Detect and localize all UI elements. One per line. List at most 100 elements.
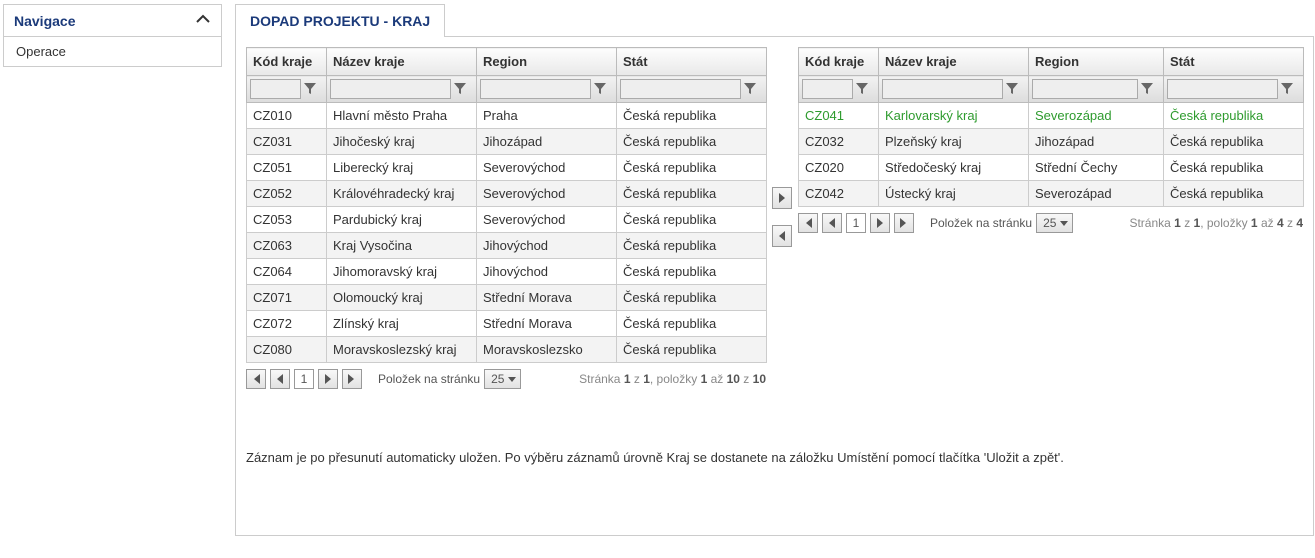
filter-icon[interactable] <box>1278 79 1296 99</box>
pager-prev-button[interactable] <box>270 369 290 389</box>
cell-name: Královéhradecký kraj <box>327 181 477 207</box>
col-header-name[interactable]: Název kraje <box>327 48 477 76</box>
table-row[interactable]: CZ080Moravskoslezský krajMoravskoslezsko… <box>247 337 767 363</box>
pager-info: Stránka 1 z 1, položky 1 až 10 z 10 <box>579 372 766 386</box>
table-row[interactable]: CZ064Jihomoravský krajJihovýchodČeská re… <box>247 259 767 285</box>
cell-state: Česká republika <box>617 103 767 129</box>
table-row[interactable]: CZ053Pardubický krajSeverovýchodČeská re… <box>247 207 767 233</box>
cell-region: Severovýchod <box>477 207 617 233</box>
cell-region: Jihozápad <box>1029 129 1164 155</box>
filter-icon[interactable] <box>1003 79 1021 99</box>
tab-label: DOPAD PROJEKTU - KRAJ <box>250 13 430 29</box>
filter-region-input[interactable] <box>480 79 591 99</box>
move-right-button[interactable] <box>772 187 792 209</box>
nav-panel: Navigace Operace <box>3 4 222 67</box>
pager-page-number[interactable]: 1 <box>294 369 314 389</box>
panel: Kód kraje Název kraje Region Stát <box>235 36 1314 536</box>
cell-region: Severozápad <box>1029 181 1164 207</box>
cell-region: Jihovýchod <box>477 233 617 259</box>
cell-code: CZ072 <box>247 311 327 337</box>
cell-code: CZ010 <box>247 103 327 129</box>
cell-code: CZ064 <box>247 259 327 285</box>
table-row[interactable]: CZ071Olomoucký krajStřední MoravaČeská r… <box>247 285 767 311</box>
cell-name: Pardubický kraj <box>327 207 477 233</box>
table-row[interactable]: CZ041Karlovarský krajSeverozápadČeská re… <box>799 103 1304 129</box>
cell-code: CZ053 <box>247 207 327 233</box>
cell-code: CZ071 <box>247 285 327 311</box>
cell-region: Severozápad <box>1029 103 1164 129</box>
table-row[interactable]: CZ052Královéhradecký krajSeverovýchodČes… <box>247 181 767 207</box>
pager-first-button[interactable] <box>246 369 266 389</box>
col-header-state[interactable]: Stát <box>617 48 767 76</box>
cell-code: CZ042 <box>799 181 879 207</box>
filter-code-input[interactable] <box>802 79 853 99</box>
filter-code-input[interactable] <box>250 79 301 99</box>
left-grid: Kód kraje Název kraje Region Stát <box>246 47 766 389</box>
filter-icon[interactable] <box>741 79 759 99</box>
sidebar-item-operace[interactable]: Operace <box>4 37 221 66</box>
cell-code: CZ031 <box>247 129 327 155</box>
cell-state: Česká republika <box>617 285 767 311</box>
cell-state: Česká republika <box>617 207 767 233</box>
table-row[interactable]: CZ063Kraj VysočinaJihovýchodČeská republ… <box>247 233 767 259</box>
filter-icon[interactable] <box>591 79 609 99</box>
cell-state: Česká republika <box>617 311 767 337</box>
pager-last-button[interactable] <box>894 213 914 233</box>
cell-code: CZ052 <box>247 181 327 207</box>
filter-name-input[interactable] <box>330 79 451 99</box>
cell-region: Severovýchod <box>477 155 617 181</box>
col-header-name[interactable]: Název kraje <box>879 48 1029 76</box>
pager-page-number[interactable]: 1 <box>846 213 866 233</box>
move-left-button[interactable] <box>772 225 792 247</box>
col-header-code[interactable]: Kód kraje <box>799 48 879 76</box>
cell-state: Česká republika <box>617 155 767 181</box>
chevron-up-icon <box>195 11 211 30</box>
transfer-buttons <box>770 187 794 247</box>
cell-state: Česká republika <box>617 259 767 285</box>
pager-last-button[interactable] <box>342 369 362 389</box>
filter-icon[interactable] <box>853 79 871 99</box>
filter-state-input[interactable] <box>1167 79 1278 99</box>
cell-state: Česká republika <box>1164 129 1304 155</box>
filter-icon[interactable] <box>1138 79 1156 99</box>
cell-code: CZ032 <box>799 129 879 155</box>
footer-note: Záznam je po přesunutí automaticky ulože… <box>246 450 1064 465</box>
pager-prev-button[interactable] <box>822 213 842 233</box>
per-page-label: Položek na stránku <box>930 216 1032 230</box>
filter-icon[interactable] <box>301 79 319 99</box>
filter-icon[interactable] <box>451 79 469 99</box>
col-header-state[interactable]: Stát <box>1164 48 1304 76</box>
tab-dopad-projektu-kraj[interactable]: DOPAD PROJEKTU - KRAJ <box>235 4 445 37</box>
cell-state: Česká republika <box>1164 103 1304 129</box>
cell-code: CZ080 <box>247 337 327 363</box>
pager-next-button[interactable] <box>870 213 890 233</box>
cell-region: Praha <box>477 103 617 129</box>
table-row[interactable]: CZ031Jihočeský krajJihozápadČeská republ… <box>247 129 767 155</box>
cell-name: Karlovarský kraj <box>879 103 1029 129</box>
table-row[interactable]: CZ042Ústecký krajSeverozápadČeská republ… <box>799 181 1304 207</box>
table-row[interactable]: CZ032Plzeňský krajJihozápadČeská republi… <box>799 129 1304 155</box>
table-row[interactable]: CZ051Liberecký krajSeverovýchodČeská rep… <box>247 155 767 181</box>
nav-header[interactable]: Navigace <box>4 5 221 37</box>
table-row[interactable]: CZ072Zlínský krajStřední MoravaČeská rep… <box>247 311 767 337</box>
per-page-select[interactable]: 25 <box>484 369 521 389</box>
cell-name: Zlínský kraj <box>327 311 477 337</box>
filter-state-input[interactable] <box>620 79 741 99</box>
main-area: DOPAD PROJEKTU - KRAJ Kód kraje Název kr… <box>227 0 1315 558</box>
filter-region-input[interactable] <box>1032 79 1138 99</box>
pager-first-button[interactable] <box>798 213 818 233</box>
per-page-select[interactable]: 25 <box>1036 213 1073 233</box>
right-pager: 1 Položek na stránku 25 Stránka 1 z 1, p… <box>798 213 1303 233</box>
pager-next-button[interactable] <box>318 369 338 389</box>
col-header-code[interactable]: Kód kraje <box>247 48 327 76</box>
filter-name-input[interactable] <box>882 79 1003 99</box>
cell-name: Liberecký kraj <box>327 155 477 181</box>
cell-region: Střední Morava <box>477 311 617 337</box>
cell-region: Střední Morava <box>477 285 617 311</box>
col-header-region[interactable]: Region <box>1029 48 1164 76</box>
table-row[interactable]: CZ010Hlavní město PrahaPrahaČeská republ… <box>247 103 767 129</box>
cell-state: Česká republika <box>617 181 767 207</box>
col-header-region[interactable]: Region <box>477 48 617 76</box>
dual-list: Kód kraje Název kraje Region Stát <box>246 47 1303 389</box>
table-row[interactable]: CZ020Středočeský krajStřední ČechyČeská … <box>799 155 1304 181</box>
